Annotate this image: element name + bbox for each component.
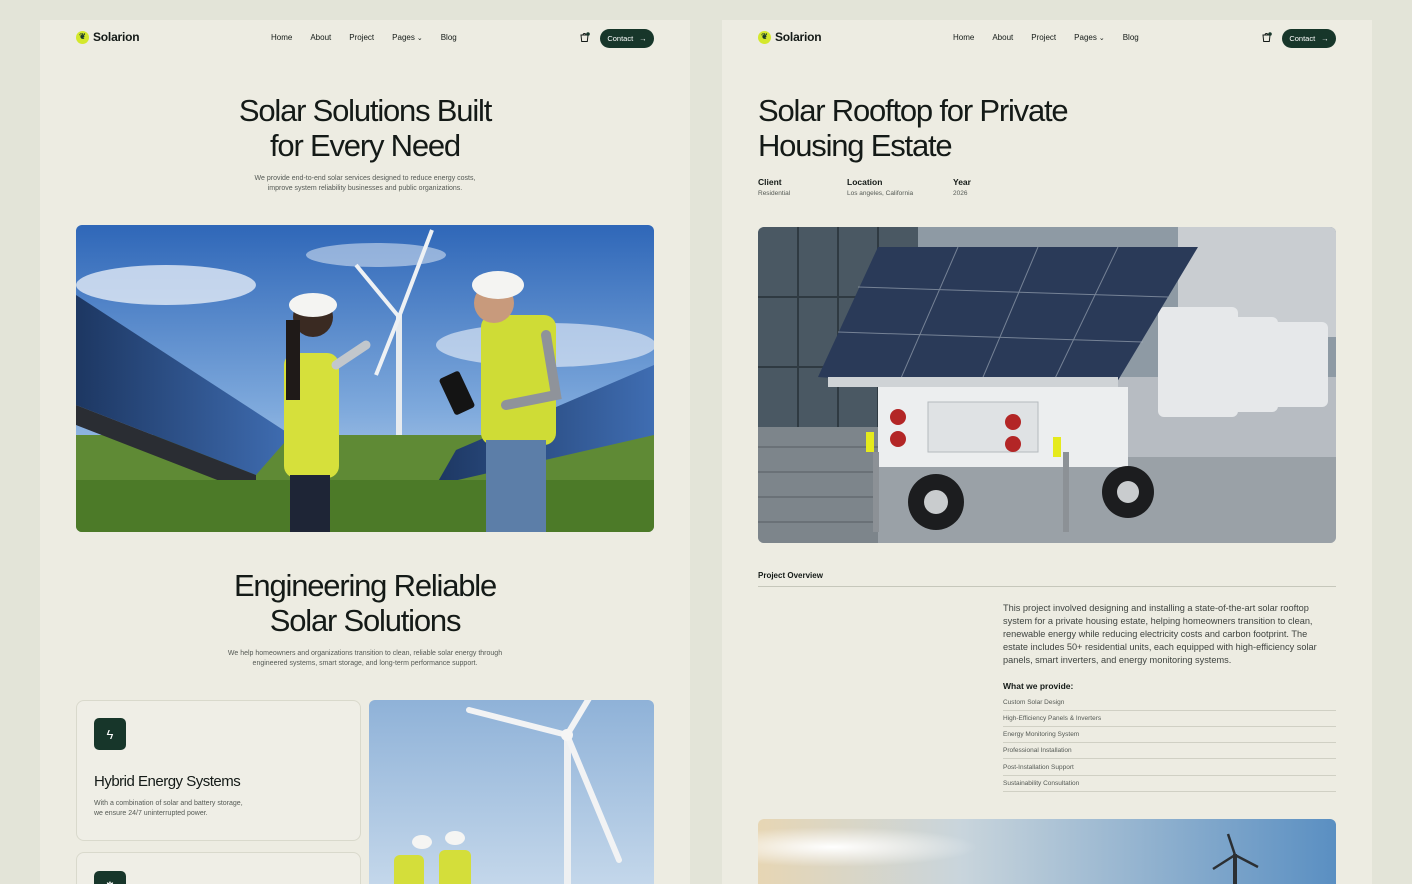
- nav-links: Home About Project Pages ⌄ Blog: [953, 33, 1139, 42]
- nav-links: Home About Project Pages ⌄ Blog: [271, 33, 457, 42]
- engineers-wind-farm-photo: [76, 225, 654, 532]
- contact-button[interactable]: Contact →: [600, 29, 654, 48]
- overview-line1: This project involved designing and inst…: [1003, 603, 1309, 613]
- provide-item: Sustainability Consultation: [1003, 776, 1336, 792]
- leaf-icon: ❦: [76, 30, 89, 44]
- solar-trailer-photo: [758, 227, 1336, 543]
- nav-link-pages[interactable]: Pages ⌄: [392, 33, 423, 42]
- meta-client-value: Residential: [758, 190, 791, 197]
- brand-name: Solarion: [775, 30, 822, 44]
- section-subtitle-line2: engineered systems, smart storage, and l…: [252, 660, 478, 667]
- lightning-icon: ϟ: [94, 718, 126, 750]
- hero-title-line2: for Every Need: [270, 128, 461, 163]
- chevron-down-icon: ⌄: [416, 35, 423, 42]
- nav-link-home[interactable]: Home: [953, 33, 974, 42]
- project-title-line2: Housing Estate: [758, 128, 953, 163]
- nav-link-pages-label: Pages: [392, 33, 415, 42]
- card-desc-line2: we ensure 24/7 uninterrupted power.: [94, 810, 208, 817]
- section-title-line2: Solar Solutions: [269, 603, 462, 638]
- provide-item: Energy Monitoring System: [1003, 727, 1336, 743]
- nav-link-about[interactable]: About: [310, 33, 331, 42]
- hero-subtitle-line1: We provide end-to-end solar services des…: [254, 175, 476, 182]
- overview-line2: system for a private housing estate, hel…: [1003, 616, 1313, 626]
- nav-link-pages-label: Pages: [1074, 33, 1097, 42]
- overview-label: Project Overview: [758, 571, 823, 580]
- overview-text: This project involved designing and inst…: [1003, 602, 1343, 667]
- provide-title: What we provide:: [1003, 681, 1074, 691]
- top-nav: ❦ Solarion Home About Project Pages ⌄ Blo…: [76, 29, 654, 49]
- overview-line3: renewable energy while reducing electric…: [1003, 629, 1308, 639]
- nav-link-project[interactable]: Project: [349, 33, 374, 42]
- gear-icon: ⚙: [94, 871, 126, 884]
- provide-item: Custom Solar Design: [1003, 695, 1336, 711]
- brand-name: Solarion: [93, 30, 140, 44]
- section-title-line1: Engineering Reliable: [233, 568, 497, 603]
- cart-icon[interactable]: [579, 32, 590, 43]
- contact-label: Contact: [1289, 34, 1316, 43]
- nav-link-about[interactable]: About: [992, 33, 1013, 42]
- chevron-down-icon: ⌄: [1098, 35, 1105, 42]
- wind-turbine-engineers-photo: [369, 700, 654, 884]
- service-card-second[interactable]: ⚙: [76, 852, 361, 884]
- meta-location: Location Los angeles, California: [847, 177, 913, 197]
- nav-link-blog[interactable]: Blog: [441, 33, 457, 42]
- card-desc-line1: With a combination of solar and battery …: [94, 800, 243, 807]
- provide-item: Post-Installation Support: [1003, 760, 1336, 776]
- arrow-right-icon: →: [639, 34, 647, 43]
- card-title: Hybrid Energy Systems: [94, 773, 241, 790]
- nav-link-blog[interactable]: Blog: [1123, 33, 1139, 42]
- overview-line4: estate includes 50+ residential units, e…: [1003, 642, 1317, 652]
- nav-link-home[interactable]: Home: [271, 33, 292, 42]
- meta-location-label: Location: [847, 177, 883, 187]
- section-subtitle-line1: We help homeowners and organizations tra…: [227, 650, 503, 657]
- provide-item: High-Efficiency Panels & Inverters: [1003, 711, 1336, 727]
- overview-divider: [758, 586, 1336, 587]
- nav-link-project[interactable]: Project: [1031, 33, 1056, 42]
- contact-button[interactable]: Contact →: [1282, 29, 1336, 48]
- arrow-right-icon: →: [1321, 34, 1329, 43]
- project-title-line1: Solar Rooftop for Private: [758, 93, 1069, 128]
- leaf-icon: ❦: [758, 30, 771, 44]
- meta-location-value: Los angeles, California: [847, 190, 914, 197]
- meta-year-value: 2026: [953, 190, 968, 197]
- brand-logo[interactable]: ❦ Solarion: [76, 30, 140, 44]
- top-nav: ❦ Solarion Home About Project Pages ⌄ Blo…: [758, 29, 1336, 49]
- meta-year: Year 2026: [953, 177, 971, 197]
- meta-client: Client Residential: [758, 177, 790, 197]
- project-detail-page: ❦ Solarion Home About Project Pages ⌄ Blo…: [722, 20, 1372, 884]
- brand-logo[interactable]: ❦ Solarion: [758, 30, 822, 44]
- meta-year-label: Year: [953, 177, 971, 187]
- hero-title-line1: Solar Solutions Built: [238, 93, 492, 128]
- nav-link-pages[interactable]: Pages ⌄: [1074, 33, 1105, 42]
- overview-line5: panels, smart inverters, and energy moni…: [1003, 655, 1232, 665]
- hero-subtitle-line2: improve system reliability businesses an…: [267, 185, 463, 192]
- meta-client-label: Client: [758, 177, 782, 187]
- provide-item: Professional Installation: [1003, 743, 1336, 759]
- cart-icon[interactable]: [1261, 32, 1272, 43]
- sunset-wind-turbine-photo: [758, 819, 1336, 884]
- contact-label: Contact: [607, 34, 634, 43]
- services-page: ❦ Solarion Home About Project Pages ⌄ Blo…: [40, 20, 690, 884]
- service-card-hybrid[interactable]: ϟ Hybrid Energy Systems With a combinati…: [76, 700, 361, 841]
